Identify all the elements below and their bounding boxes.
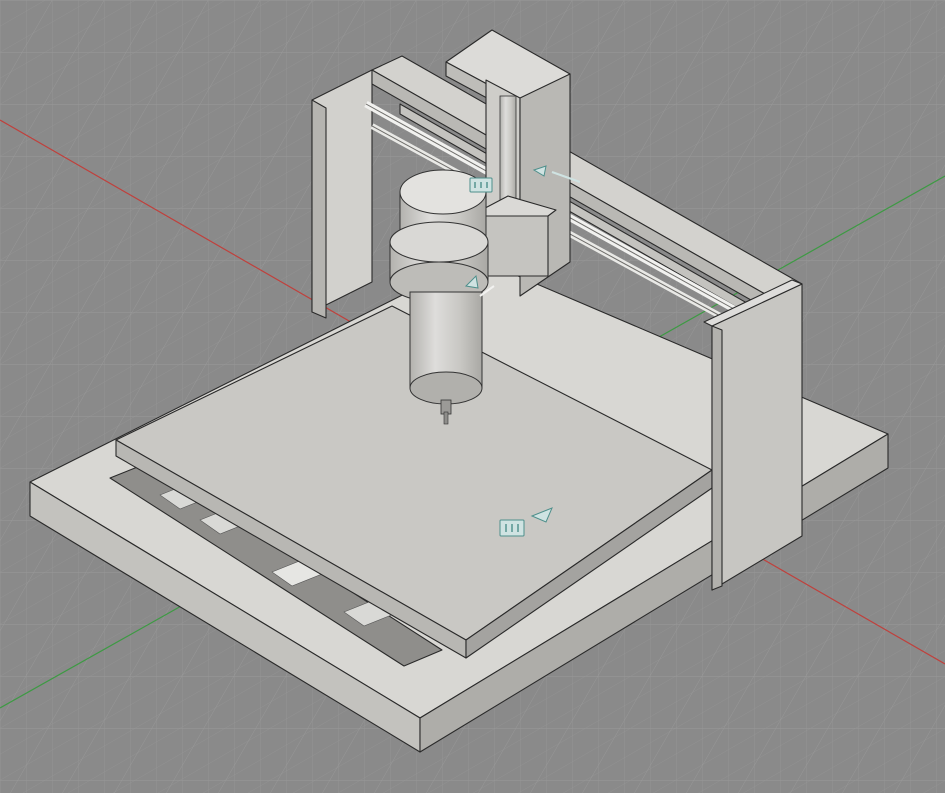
- left-upright[interactable]: [311, 69, 373, 319]
- joint-icon[interactable]: [469, 177, 493, 193]
- right-upright[interactable]: [703, 279, 803, 591]
- spindle-clamp[interactable]: [389, 221, 489, 303]
- 3d-viewport[interactable]: [0, 0, 945, 793]
- viewport-canvas[interactable]: [0, 0, 945, 793]
